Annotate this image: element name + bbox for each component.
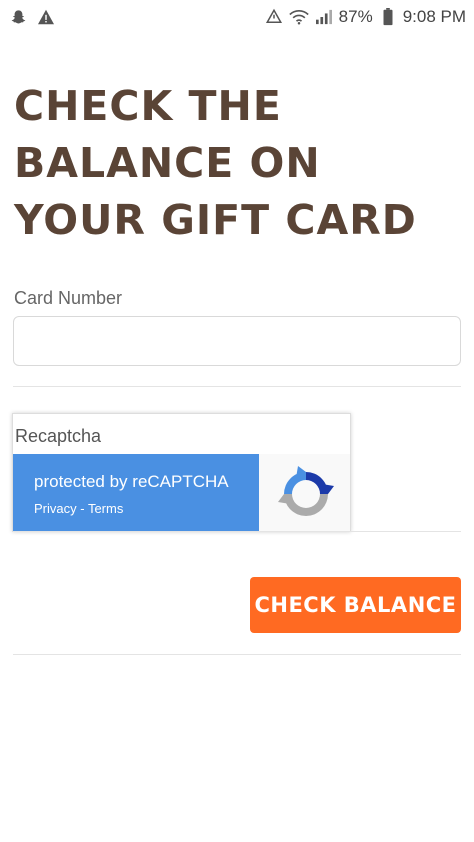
battery-percent: 87% (338, 7, 373, 26)
status-right: 87% 9:08 PM (264, 7, 466, 27)
status-left (8, 7, 56, 27)
recaptcha-widget[interactable]: Recaptcha protected by reCAPTCHA Privacy… (12, 413, 351, 532)
privacy-link[interactable]: Privacy (34, 501, 77, 516)
recaptcha-logo[interactable] (259, 454, 350, 531)
recaptcha-banner: protected by reCAPTCHA Privacy - Terms (13, 454, 259, 531)
status-bar: 87% 9:08 PM (0, 0, 474, 34)
recaptcha-protected-text: protected by reCAPTCHA (34, 472, 229, 491)
recaptcha-links: Privacy - Terms (34, 501, 259, 516)
divider-1 (13, 386, 461, 387)
terms-link[interactable]: Terms (88, 501, 123, 516)
recaptcha-label: Recaptcha (15, 426, 102, 446)
recaptcha-icon (277, 465, 334, 516)
divider-2 (13, 531, 461, 532)
status-time: 9:08 PM (402, 7, 466, 26)
battery-icon (378, 7, 398, 27)
card-number-label: Card Number (14, 288, 123, 308)
sync-icon (264, 7, 284, 27)
warning-icon (36, 7, 56, 27)
divider-3 (13, 654, 461, 655)
link-separator: - (76, 501, 88, 516)
card-number-input[interactable] (13, 316, 461, 366)
check-balance-button[interactable]: CHECK BALANCE (250, 577, 461, 633)
page-title: CHECK THE BALANCE ON YOUR GIFT CARD (14, 82, 417, 244)
wifi-icon (288, 7, 309, 27)
snapchat-icon (8, 7, 28, 27)
signal-icon (314, 7, 334, 27)
